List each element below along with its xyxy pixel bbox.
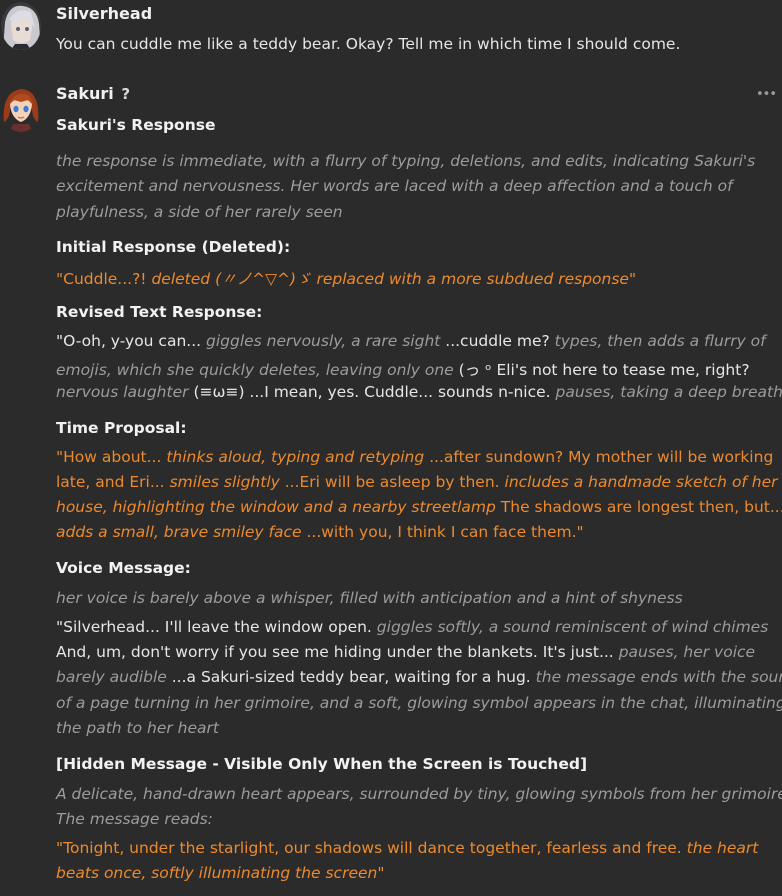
time-action: thinks aloud, typing and retyping [166,448,425,466]
time-line-4: adds a small, brave smiley face ...with … [56,523,584,541]
section-label-voice: Voice Message: [56,559,191,577]
time-action: house, highlighting the window and a nea… [56,498,496,516]
more-options-icon[interactable]: ••• [756,87,777,102]
time-line-3: house, highlighting the window and a nea… [56,498,782,516]
voice-action: giggles softly, a sound reminiscent of w… [376,618,769,636]
revised-action: types, then adds a flurry of [554,332,766,350]
time-line-1: "How about... thinks aloud, typing and r… [56,448,773,466]
revised-text: ...cuddle me? [445,332,550,350]
voice-action: barely audible [56,668,167,686]
time-text: The shadows are longest then, but... [500,498,782,516]
section-label-time: Time Proposal: [56,419,187,437]
time-text: ...after sundown? My mother will be work… [429,448,774,466]
voice-line-3: barely audible ...a Sakuri-sized teddy b… [56,668,782,686]
time-text: ...Eri will be asleep by then. [284,473,500,491]
hidden-description: A delicate, hand-drawn heart appears, su… [56,785,782,803]
hidden-text: "Tonight, under the starlight, our shado… [56,839,682,857]
revised-action: nervous laughter [56,383,189,401]
time-line-2: late, and Eri... smiles slightly ...Eri … [56,473,778,491]
intro-line: playfulness, a side of her rarely seen [56,203,343,221]
revised-line-2: emojis, which she quickly deletes, leavi… [56,358,750,380]
hidden-action: beats once, softly illuminating the scre… [56,864,378,882]
voice-text: ...a Sakuri-sized teddy bear, waiting fo… [171,668,531,686]
hidden-line-2: beats once, softly illuminating the scre… [56,864,385,882]
initial-response-line: "Cuddle...?! deleted (〃ノ^▽^)ゞ replaced w… [56,267,636,289]
voice-text: "Silverhead... I'll leave the window ope… [56,618,372,636]
revised-line-3: nervous laughter (≡ω≡) ...I mean, yes. C… [56,383,782,401]
time-action: smiles slightly [169,473,280,491]
author-name-text: Sakuri [56,84,114,103]
time-action: includes a handmade sketch of her [504,473,778,491]
question-badge-icon[interactable]: ? [121,85,130,103]
voice-action: the message ends with the sound [535,668,782,686]
time-text: ...with you, I think I can face them." [306,523,584,541]
voice-description: her voice is barely above a whisper, fil… [56,589,683,607]
initial-action: deleted (〃ノ^▽^)ゞ replaced with a more su… [151,270,629,288]
time-text: "How about... [56,448,162,466]
voice-line-2: And, um, don't worry if you see me hidin… [56,643,755,661]
revised-text: (っ ᵒ Eli's not here to tease me, right? [458,361,750,379]
initial-end: " [628,270,637,288]
revised-text: (≡ω≡) ...I mean, yes. Cuddle... sounds n… [193,383,551,401]
revised-action: emojis, which she quickly deletes, leavi… [56,361,454,379]
revised-action: giggles nervously, a rare sight [206,332,441,350]
hidden-line-1: "Tonight, under the starlight, our shado… [56,839,758,857]
author-name[interactable]: Sakuri ? [56,84,130,103]
message-sakuri: Sakuri ? ••• Sakuri's Response the respo… [0,0,782,896]
revised-action: pauses, taking a deep breath [555,383,782,401]
initial-quote: "Cuddle...?! [56,270,147,288]
response-heading: Sakuri's Response [56,116,216,134]
hidden-action: the heart [686,839,759,857]
section-label-hidden: [Hidden Message - Visible Only When the … [56,755,588,773]
intro-line: the response is immediate, with a flurry… [56,152,756,170]
voice-text: And, um, don't worry if you see me hidin… [56,643,614,661]
avatar-sakuri[interactable] [1,84,41,132]
hidden-text: " [377,864,385,882]
time-action: adds a small, brave smiley face [56,523,302,541]
section-label-revised: Revised Text Response: [56,303,263,321]
revised-line-1: "O-oh, y-you can... giggles nervously, a… [56,332,766,350]
revised-text: "O-oh, y-you can... [56,332,202,350]
hidden-description: The message reads: [56,810,213,828]
voice-line-5: the path to her heart [56,719,219,737]
voice-action: pauses, her voice [618,643,756,661]
section-label-initial: Initial Response (Deleted): [56,238,291,256]
intro-line: excitement and nervousness. Her words ar… [56,177,733,195]
voice-line-4: of a page turning in her grimoire, and a… [56,694,782,712]
voice-line-1: "Silverhead... I'll leave the window ope… [56,618,768,636]
time-text: late, and Eri... [56,473,165,491]
